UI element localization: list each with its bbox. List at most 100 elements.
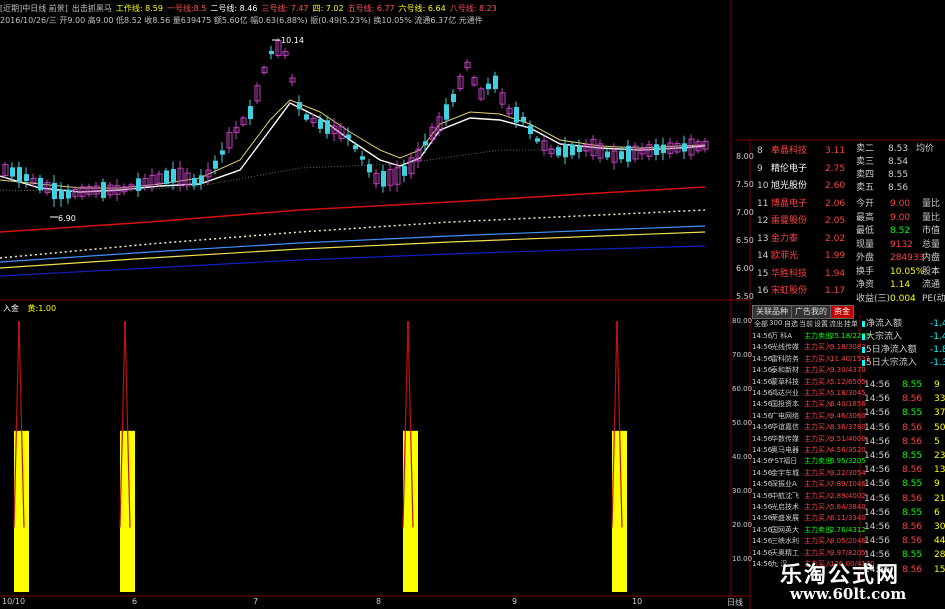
trade-row[interactable]: 14:56 三峡水利 主力买入 8.05/2046 [752, 536, 866, 547]
trade-row[interactable]: 14:56 华数传媒 主力买入 9.51/4000 [752, 434, 866, 445]
price-tick-label: 6.00 [736, 264, 754, 273]
trade-row[interactable]: 14:56 *ST福日 主力卖出 6.95/3205 [752, 456, 866, 467]
tab-bar[interactable]: 关联品种 广告我的 资金 [752, 305, 862, 319]
header-item: 工作线: 8.59 [115, 4, 163, 13]
trade-row[interactable]: 14:56 国投资本 主力买入 6.40/1856 [752, 399, 866, 410]
candle-body-down [171, 168, 176, 183]
tick-row[interactable]: 14:56 8.56 44 [862, 534, 945, 548]
tick-row[interactable]: 14:56 8.56 21 [862, 492, 945, 506]
tick-row[interactable]: 14:56 8.55 6 [862, 506, 945, 520]
tick-row[interactable]: 14:56 8.55 9 [862, 477, 945, 491]
trade-filter-0[interactable]: 全部 [754, 319, 768, 329]
tick-row[interactable]: 14:56 8.55 37 [862, 406, 945, 420]
tab-0[interactable]: 关联品种 [752, 305, 792, 319]
tick-price: 8.55 [902, 507, 923, 518]
candle-body-down [199, 175, 204, 184]
stat-label: 现量 [856, 239, 875, 250]
tick-price: 8.56 [902, 436, 923, 447]
tick-row[interactable]: 14:56 8.56 13 [862, 463, 945, 477]
trade-row[interactable]: 14:56 鸿达兴业 主力买入 5.18/3045 [752, 388, 866, 399]
trade-stock: *ST福日 [771, 457, 798, 466]
time-tick-label: 6 [132, 597, 138, 606]
candle-body-down [346, 134, 351, 139]
fund-flow-value: -1.4 [930, 332, 945, 342]
trade-row[interactable]: 14:56 光启技术 主力买入 5.84/3840 [752, 502, 866, 513]
candle-body-down [626, 145, 631, 162]
sector-ranking-list[interactable]: 8 奉晶科技 3.11 9 精伦电子 2.75 10 旭光股份 2.60 11 博晶电子 2.06 12… [755, 144, 850, 304]
trade-list-header[interactable]: 全部 300 自选 当前 设置 流出 挂单 [752, 319, 862, 330]
fund-flow-label: 5日大宗流入 [866, 358, 917, 368]
trade-row[interactable]: 14:56 光线传媒 主力买入 9.18/3083 [752, 342, 866, 353]
candle-body-down [493, 75, 498, 89]
fund-flow-swatch-icon [862, 360, 865, 366]
tick-detail-list[interactable]: 14:56 8.55 9 14:56 8.56 33 14:56 8.55 37 14:56 8.5… [862, 378, 945, 578]
stat-value: 284933 [890, 253, 925, 263]
trade-direction: 主力买入 [804, 491, 832, 500]
trade-row[interactable]: 14:56 金宇车城 主力买入 9.22/3054 [752, 468, 866, 479]
main-force-trade-list[interactable]: 14:56 万 科A 主力卖出 25.18/2283 14:56 光线传媒 主力买入 9.18… [752, 331, 875, 571]
trade-row[interactable]: 14:56 广电网络 主力买入 9.46/3060 [752, 411, 866, 422]
tick-time: 14:56 [864, 493, 890, 504]
tick-row[interactable]: 14:56 8.56 5 [862, 435, 945, 449]
trade-row[interactable]: 14:56 深振业A 主力买入 7.89/1046 [752, 479, 866, 490]
trade-stock: 国网英大 [771, 525, 799, 534]
tick-price: 8.56 [902, 493, 923, 504]
sector-rank: 16 [757, 286, 769, 296]
ask-label: 卖五 [856, 183, 875, 193]
tick-price: 8.55 [902, 408, 923, 419]
trade-row[interactable]: 14:56 雷科防务 主力买入 11.40/1533 [752, 354, 870, 365]
time-tick-label: 日线 [727, 598, 743, 607]
trade-amount: 8.36/3780 [830, 423, 866, 432]
tick-row[interactable]: 14:56 8.56 50 [862, 421, 945, 435]
trade-row[interactable]: 14:56 中航沈飞 主力买入 2.89/4002 [752, 491, 866, 502]
trade-row[interactable]: 14:56 万 科A 主力卖出 25.18/2283 [752, 331, 870, 342]
tick-row[interactable]: 14:56 8.56 30 [862, 520, 945, 534]
trade-stock: 万 科A [771, 332, 793, 340]
trade-filter-6[interactable]: 挂单 [844, 319, 858, 329]
tab-2[interactable]: 资金 [830, 305, 854, 319]
trade-row[interactable]: 14:56 泰和新材 主力买入 9.30/4370 [752, 365, 866, 376]
trade-amount: 5.18/3045 [830, 389, 866, 397]
ma-line-white [0, 102, 706, 193]
trade-amount: 5.84/3840 [830, 503, 866, 511]
trade-time: 14:56 [752, 423, 773, 432]
tick-row[interactable]: 14:56 8.56 33 [862, 392, 945, 406]
sector-value: 1.17 [825, 286, 846, 296]
stat-extra: 量比 [922, 199, 941, 209]
trade-direction: 主力买入 [804, 354, 832, 363]
price-tick-label: 8.00 [736, 152, 754, 161]
quote-stat-row: 今开 9.00 量比 [850, 197, 945, 211]
sector-rank: 8 [757, 146, 763, 156]
trade-filter-1[interactable]: 300 [769, 319, 782, 327]
trade-filter-2[interactable]: 自选 [784, 319, 798, 329]
time-tick-label: 9 [512, 597, 518, 606]
stat-label: 最高 [856, 212, 875, 223]
time-axis: 10/10 6 7 8 9 10 日线 [0, 597, 750, 609]
fund-flow-row: 5日净流入额 -1.8 [862, 343, 945, 357]
trade-stock: 深振业A [771, 480, 797, 489]
tick-row[interactable]: 14:56 8.55 9 [862, 378, 945, 392]
indicator-header-line1: [近期]中日线 前景] 出击抓黑马 工作线: 8.59 一号线:8.5 二号线: 8.4… [0, 3, 730, 14]
sector-name: 奉晶科技 [771, 146, 808, 156]
trade-filter-4[interactable]: 设置 [814, 319, 828, 329]
trade-row[interactable]: 14:56 蒙草科技 主力买入 5.12/6505 [752, 377, 866, 388]
trade-row[interactable]: 14:56 荣盛发展 主力买入 6.11/3340 [752, 513, 866, 524]
trade-time: 14:56 [752, 366, 773, 375]
indicator-tick-label: 60.00 [732, 385, 753, 393]
tab-1[interactable]: 广告我的 [791, 305, 831, 319]
candle-body-down [619, 151, 624, 160]
trade-row[interactable]: 14:56 华谊嘉信 主力买入 8.36/3780 [752, 422, 866, 433]
trade-filter-5[interactable]: 流出 [829, 319, 843, 329]
candle-body-down [521, 116, 526, 123]
fund-flow-value: -1.8 [930, 345, 945, 355]
candle-body-down [248, 106, 253, 119]
stat-value: 10.05% [890, 266, 925, 277]
header-item: 三号线: 7.47 [261, 4, 309, 13]
trade-amount: 9.46/3060 [830, 411, 866, 420]
trade-filter-3[interactable]: 当前 [799, 319, 813, 329]
trade-row[interactable]: 14:56 国网英大 主力卖出 2.76/4312 [752, 525, 866, 536]
tick-row[interactable]: 14:56 8.55 23 [862, 449, 945, 463]
trade-stock: 广电网络 [771, 411, 799, 420]
tick-volume: 5 [934, 436, 940, 447]
trade-row[interactable]: 14:56 奥马电器 主力买入 4.56/3520 [752, 445, 866, 456]
